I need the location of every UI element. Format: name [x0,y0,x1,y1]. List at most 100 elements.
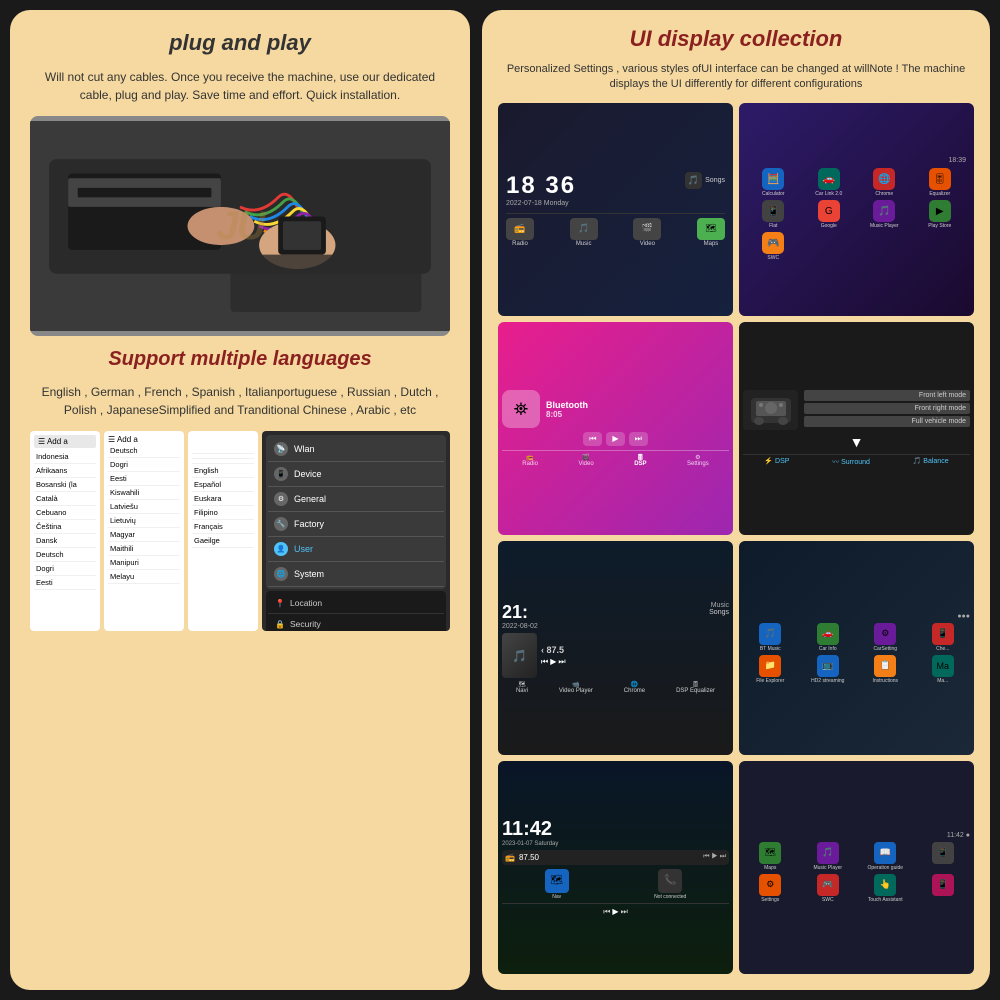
ss6-time: ●●● [743,613,970,620]
ss5-prev[interactable]: ⏮ [541,657,548,667]
ss7-call-app[interactable]: 📞 [658,869,682,893]
app-btmusic[interactable]: 🎵 BT Music [743,623,798,652]
bt-prev[interactable]: ⏮ [583,432,602,446]
lang-item[interactable]: Dogri [108,458,180,472]
user-label: User [294,544,313,554]
general-icon: ⚙ [274,492,288,506]
arrow-down: ▼ [850,434,864,450]
app-google[interactable]: G Google [803,200,856,229]
lang-item[interactable]: Melayu [108,570,180,584]
ss5-next[interactable]: ⏭ [558,657,565,667]
settings-system[interactable]: 🌐 System [268,562,444,587]
location-icon: 📍 [274,597,286,609]
app-playstore[interactable]: ▶ Play Store [914,200,967,229]
ui-title: UI display collection [498,26,974,52]
app-swc2[interactable]: 🎮 SWC [801,874,856,903]
lang-item[interactable]: Afrikaans [34,464,96,478]
lang-item[interactable]: Español [192,478,254,492]
ss7-play-ctrl[interactable]: ▶ [612,907,618,916]
app-settings2[interactable]: ⚙ Settings [743,874,798,903]
app-dummy2[interactable]: 📱 [916,874,971,903]
lang-item[interactable]: Lietuvių [108,514,180,528]
app-carsetting[interactable]: ⚙ CarSetting [858,623,913,652]
app-calculator[interactable]: 🧮 Calculator [747,168,800,197]
factory-icon: 🔧 [274,517,288,531]
app-musicplayer[interactable]: 🎵 Music Player [858,200,911,229]
app-unknown[interactable]: 📱 Che... [916,623,971,652]
security-label: Security [290,619,321,629]
lang-item[interactable]: Kiswahili [108,486,180,500]
lang-item[interactable]: Latviešu [108,500,180,514]
app-flat[interactable]: 📱 Flat [747,200,800,229]
lang-item[interactable]: Maithili [108,542,180,556]
app-swc[interactable]: 🎮 SWC [747,232,800,261]
app-ma[interactable]: Ma Ma... [916,655,971,684]
app-touchassist[interactable]: 👆 Touch Assistant [858,874,913,903]
general-label: General [294,494,326,504]
sub-security[interactable]: 🔒 Security [268,614,444,631]
ss3-radio: 📻Radio [522,454,538,467]
screenshot-8: 11:42 ● 🗺 Maps 🎵 Music Player 📖 Opera [739,761,974,974]
lang-body: English , German , French , Spanish , It… [30,383,450,419]
lang-item[interactable]: Dogri [34,562,96,576]
app-chrome[interactable]: 🌐 Chrome [858,168,911,197]
lang-item[interactable]: Bosanski (la [34,478,96,492]
app-instructions[interactable]: 📋 Instructions [858,655,913,684]
app-maps[interactable]: 🗺 Maps [743,842,798,871]
lang-item[interactable]: Català [34,492,96,506]
main-container: plug and play Will not cut any cables. O… [10,10,990,990]
settings-device[interactable]: 📱 Device [268,462,444,487]
sub-location[interactable]: 📍 Location [268,593,444,614]
ss7-navi-app[interactable]: 🗺 [545,869,569,893]
settings-menu: 📡 Wlan 📱 Device ⚙ General 🔧 Factory [266,435,446,589]
factory-label: Factory [294,519,324,529]
ss5-songs-label: Songs [709,609,729,616]
ss7-next-ctrl[interactable]: ⏭ [621,907,628,917]
full-vehicle-mode[interactable]: Full vehicle mode [804,416,970,427]
lang-item[interactable]: Indonesia [34,450,96,464]
bt-next[interactable]: ⏭ [629,432,648,446]
settings-wlan[interactable]: 📡 Wlan [268,437,444,462]
app-dummy1[interactable]: 📱 [916,842,971,871]
lang-item[interactable]: Deutsch [108,444,180,458]
front-right-mode[interactable]: Front right mode [804,403,970,414]
ss1-date: 2022-07-18 Monday [506,200,576,207]
settings-factory[interactable]: 🔧 Factory [268,512,444,537]
app-carlink[interactable]: 🚗 Car Link 2.0 [803,168,856,197]
front-left-mode[interactable]: Front left mode [804,390,970,401]
sub-settings-panel: 📍 Location 🔒 Security ⌨ Lanquage And Inp… [266,591,446,631]
lang-item[interactable]: Cebuano [34,506,96,520]
lang-item[interactable]: Magyar [108,528,180,542]
lang-item[interactable]: Eesti [108,472,180,486]
lang-list-1-header: ☰ Add a [34,435,96,448]
ss6-app-grid: 🎵 BT Music 🚗 Car Info ⚙ CarSetting � [743,623,970,684]
app-equalizer[interactable]: 🎚 Equalizer [914,168,967,197]
lang-item[interactable]: Gaeilge [192,534,254,548]
lang-item[interactable]: Filipino [192,506,254,520]
lang-item[interactable]: Deutsch [34,548,96,562]
app-hd2streaming[interactable]: 📺 HD2 streaming [801,655,856,684]
settings-user[interactable]: 👤 User [268,537,444,562]
ss1-time: 18 36 [506,172,576,200]
app-music-player2[interactable]: 🎵 Music Player [801,842,856,871]
lang-item[interactable]: Français [192,520,254,534]
app-opguide[interactable]: 📖 Operation guide [858,842,913,871]
lang-list-2: ☰ Add a Deutsch Dogri Eesti Kiswahili La… [104,431,184,631]
ss5-play[interactable]: ▶ [550,657,556,667]
system-label: System [294,569,324,579]
ss5-album-art: 🎵 [502,633,537,678]
ss3-dsp: 🎚DSP [634,454,646,467]
lang-item[interactable]: Manipuri [108,556,180,570]
settings-general[interactable]: ⚙ General [268,487,444,512]
lang-item[interactable]: Eesti [34,576,96,590]
lang-item[interactable]: Dansk [34,534,96,548]
app-fileexplorer[interactable]: 📁 File Explorer [743,655,798,684]
lang-item[interactable]: English [192,464,254,478]
ss7-prev-ctrl[interactable]: ⏮ [603,907,610,917]
lang-item[interactable]: Euskara [192,492,254,506]
lang-item[interactable]: Čeština [34,520,96,534]
lang-list-3: English Español Euskara Filipino Françai… [188,431,258,631]
app-carinfo[interactable]: 🚗 Car Info [801,623,856,652]
ss2-time: 18:39 [948,157,966,164]
bt-play[interactable]: ▶ [606,432,624,446]
